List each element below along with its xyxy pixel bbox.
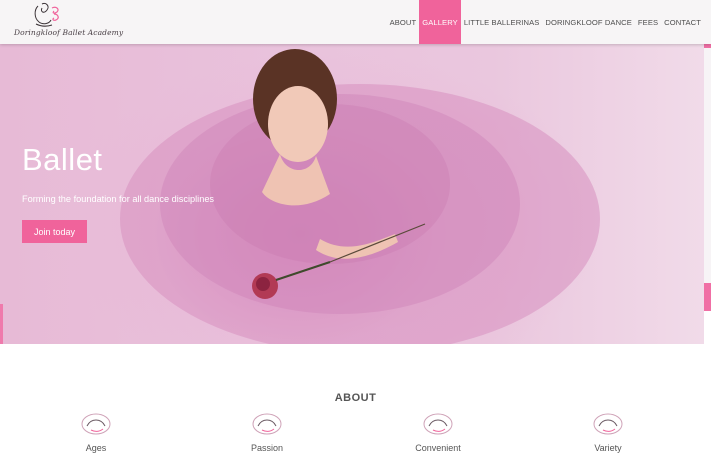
nav-doringkloof-dance[interactable]: DORINGKLOOF DANCE [542, 0, 635, 44]
ballerina-emblem-icon [423, 413, 453, 435]
main-nav: ABOUT GALLERY LITTLE BALLERINAS DORINGKL… [387, 0, 704, 44]
side-tab-middle[interactable] [704, 283, 711, 311]
nav-contact[interactable]: CONTACT [661, 0, 704, 44]
join-today-button[interactable]: Join today [22, 220, 87, 243]
feature-label: Ages [85, 443, 107, 453]
ballerina-emblem-icon [252, 413, 282, 435]
feature-ages: Ages [56, 410, 136, 453]
feature-passion: Passion [227, 410, 307, 453]
ballerina-emblem-icon [593, 413, 623, 435]
nav-fees[interactable]: FEES [635, 0, 661, 44]
about-heading: ABOUT [334, 392, 377, 404]
left-accent-strip [0, 304, 3, 344]
ballerina-emblem-icon [81, 413, 111, 435]
site-header: Doringkloof Ballet Academy ABOUT GALLERY… [0, 0, 711, 44]
ballerina-logo-icon [34, 3, 59, 27]
nav-little-ballerinas[interactable]: LITTLE BALLERINAS [461, 0, 543, 44]
hero-title: Ballet [22, 142, 103, 177]
feature-label: Variety [594, 443, 622, 453]
nav-gallery[interactable]: GALLERY [419, 0, 461, 44]
logo[interactable]: Doringkloof Ballet Academy [6, 0, 123, 42]
nav-about[interactable]: ABOUT [387, 0, 420, 44]
logo-text: Doringkloof Ballet Academy [14, 28, 124, 37]
feature-convenient: Convenient [398, 410, 478, 453]
feature-label: Passion [250, 443, 284, 453]
hero-banner: Ballet Forming the foundation for all da… [0, 44, 704, 344]
hero-subtitle: Forming the foundation for all dance dis… [22, 194, 215, 204]
side-gap [704, 48, 711, 283]
feature-label: Convenient [415, 443, 461, 453]
feature-variety: Variety [568, 410, 648, 453]
